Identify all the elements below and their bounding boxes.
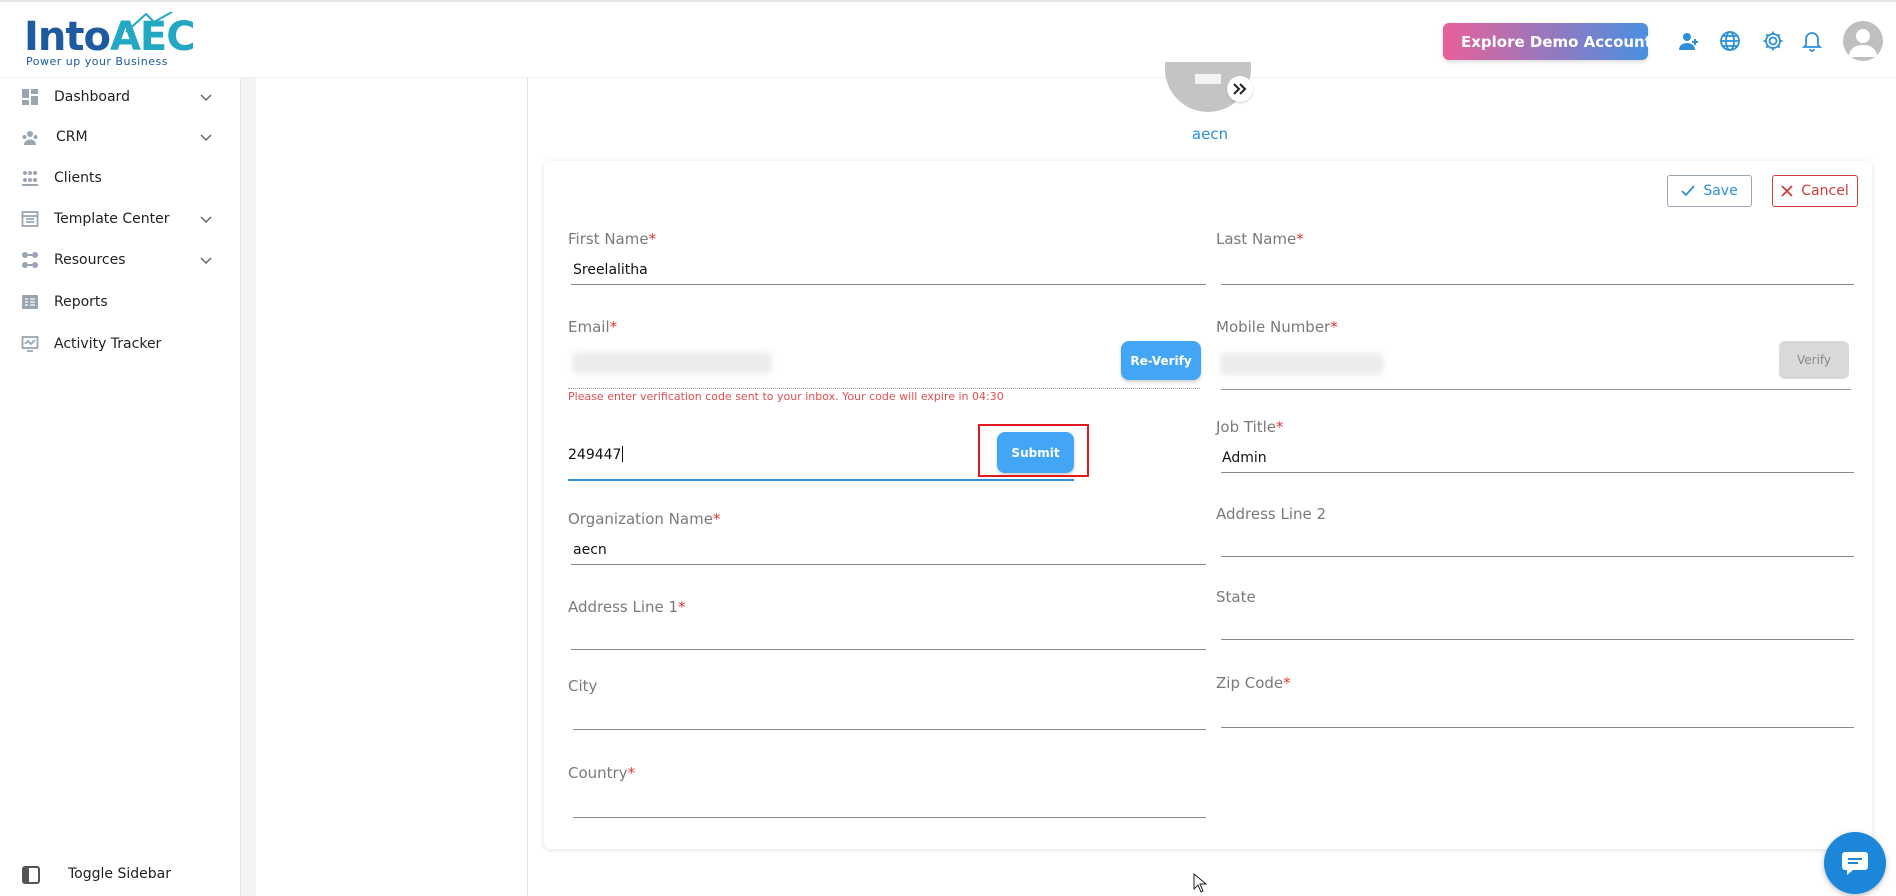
expand-icon[interactable]: [1227, 76, 1253, 102]
verification-code-underline: [568, 479, 1074, 481]
submit-highlight-box: [978, 424, 1089, 477]
gear-icon[interactable]: [1761, 29, 1785, 53]
bell-icon[interactable]: [1800, 29, 1824, 53]
profile-name: aecn: [1191, 125, 1229, 143]
intoaec-logo[interactable]: IntoAEC Power up your Business: [24, 12, 196, 72]
toggle-sidebar-label: Toggle Sidebar: [68, 866, 171, 882]
address-line-2-input[interactable]: [1222, 534, 1852, 554]
state-label: State: [1216, 588, 1256, 606]
email-underline: [568, 388, 1200, 389]
last-name-label: Last Name*: [1216, 230, 1304, 248]
crm-icon: [20, 127, 40, 147]
sidebar-item-crm[interactable]: CRM: [0, 118, 230, 156]
city-underline: [573, 729, 1206, 730]
globe-icon[interactable]: [1718, 29, 1742, 53]
sidebar-item-resources[interactable]: Resources: [0, 241, 230, 279]
city-input[interactable]: [573, 707, 1203, 727]
organization-name-input[interactable]: aecn: [573, 542, 607, 558]
save-label: Save: [1703, 183, 1738, 199]
re-verify-button[interactable]: Re-Verify: [1121, 341, 1201, 380]
sidebar-item-label: CRM: [56, 129, 88, 145]
city-label: City: [568, 677, 598, 695]
chevron-down-icon: [200, 94, 212, 102]
sidebar-divider: [240, 78, 256, 896]
resources-icon: [20, 250, 40, 270]
sidebar-item-label: Dashboard: [54, 89, 130, 105]
verification-code-input[interactable]: 249447: [568, 446, 624, 463]
sidebar-item-label: Activity Tracker: [54, 336, 162, 352]
reports-icon: [20, 292, 40, 312]
text-caret: [622, 446, 624, 462]
chevron-down-icon: [200, 216, 212, 224]
toggle-sidebar-button[interactable]: Toggle Sidebar: [0, 862, 230, 890]
user-avatar-icon[interactable]: [1843, 21, 1883, 61]
sidebar-item-label: Resources: [54, 252, 126, 268]
first-name-input[interactable]: Sreelalitha: [573, 262, 648, 278]
top-header: IntoAEC Power up your Business Explore D…: [0, 0, 1896, 78]
mobile-number-label: Mobile Number*: [1216, 318, 1338, 336]
email-label: Email*: [568, 318, 618, 336]
sidebar-item-template-center[interactable]: Template Center: [0, 200, 230, 238]
sidebar-item-label: Template Center: [54, 211, 170, 227]
verify-button[interactable]: Verify: [1779, 341, 1849, 379]
close-icon: [1781, 185, 1793, 197]
zip-code-label: Zip Code*: [1216, 674, 1291, 692]
sidebar: Dashboard CRM Clients Template Center Re…: [0, 78, 240, 896]
template-icon: [20, 209, 40, 229]
organization-name-label: Organization Name*: [568, 510, 721, 528]
save-button[interactable]: Save: [1667, 175, 1752, 207]
email-value-redacted[interactable]: [572, 352, 772, 374]
first-name-label: First Name*: [568, 230, 657, 248]
sidebar-item-dashboard[interactable]: Dashboard: [0, 78, 230, 116]
organization-underline: [571, 564, 1206, 565]
sidebar-item-reports[interactable]: Reports: [0, 283, 230, 321]
sidebar-item-label: Clients: [54, 170, 102, 186]
address-line-2-underline: [1221, 556, 1854, 557]
email-verification-message: Please enter verification code sent to y…: [568, 390, 1004, 403]
zip-code-underline: [1221, 727, 1854, 728]
last-name-underline: [1221, 284, 1854, 285]
chevron-down-icon: [200, 134, 212, 142]
explore-demo-account-button[interactable]: Explore Demo Account: [1443, 23, 1652, 60]
mobile-underline: [1221, 389, 1851, 390]
country-underline: [573, 817, 1206, 818]
sidebar-item-activity-tracker[interactable]: Activity Tracker: [0, 325, 230, 363]
activity-icon: [20, 334, 40, 354]
country-label: Country*: [568, 764, 636, 782]
address-line-1-label: Address Line 1*: [568, 598, 686, 616]
cancel-label: Cancel: [1801, 183, 1849, 199]
first-name-underline: [571, 284, 1206, 285]
state-input[interactable]: [1222, 617, 1852, 637]
job-title-underline: [1221, 472, 1854, 473]
check-icon: [1681, 185, 1695, 197]
chat-widget-button[interactable]: [1824, 832, 1886, 894]
content-divider: [527, 78, 528, 896]
address-line-1-underline: [571, 649, 1206, 650]
state-underline: [1221, 639, 1854, 640]
explore-demo-label: Explore Demo Account: [1461, 32, 1652, 51]
chevron-down-icon: [200, 257, 212, 265]
add-user-icon[interactable]: [1677, 29, 1701, 53]
dashboard-icon: [20, 87, 40, 107]
chat-icon: [1842, 852, 1868, 875]
cancel-button[interactable]: Cancel: [1772, 175, 1858, 207]
address-line-1-input[interactable]: [573, 626, 1203, 646]
clients-icon: [20, 168, 40, 188]
address-line-2-label: Address Line 2: [1216, 505, 1327, 523]
logo-tagline: Power up your Business: [26, 55, 168, 68]
sidebar-toggle-icon: [22, 866, 40, 884]
mobile-number-redacted[interactable]: [1220, 353, 1384, 375]
sidebar-item-label: Reports: [54, 294, 108, 310]
zip-code-input[interactable]: [1222, 704, 1852, 724]
job-title-label: Job Title*: [1216, 418, 1284, 436]
sidebar-item-clients[interactable]: Clients: [0, 159, 230, 197]
logo-mountain-icon: [125, 12, 173, 33]
job-title-input[interactable]: Admin: [1222, 450, 1267, 466]
country-input[interactable]: [573, 794, 1203, 814]
last-name-input[interactable]: [1222, 262, 1852, 282]
mouse-cursor-icon: [1193, 873, 1207, 893]
